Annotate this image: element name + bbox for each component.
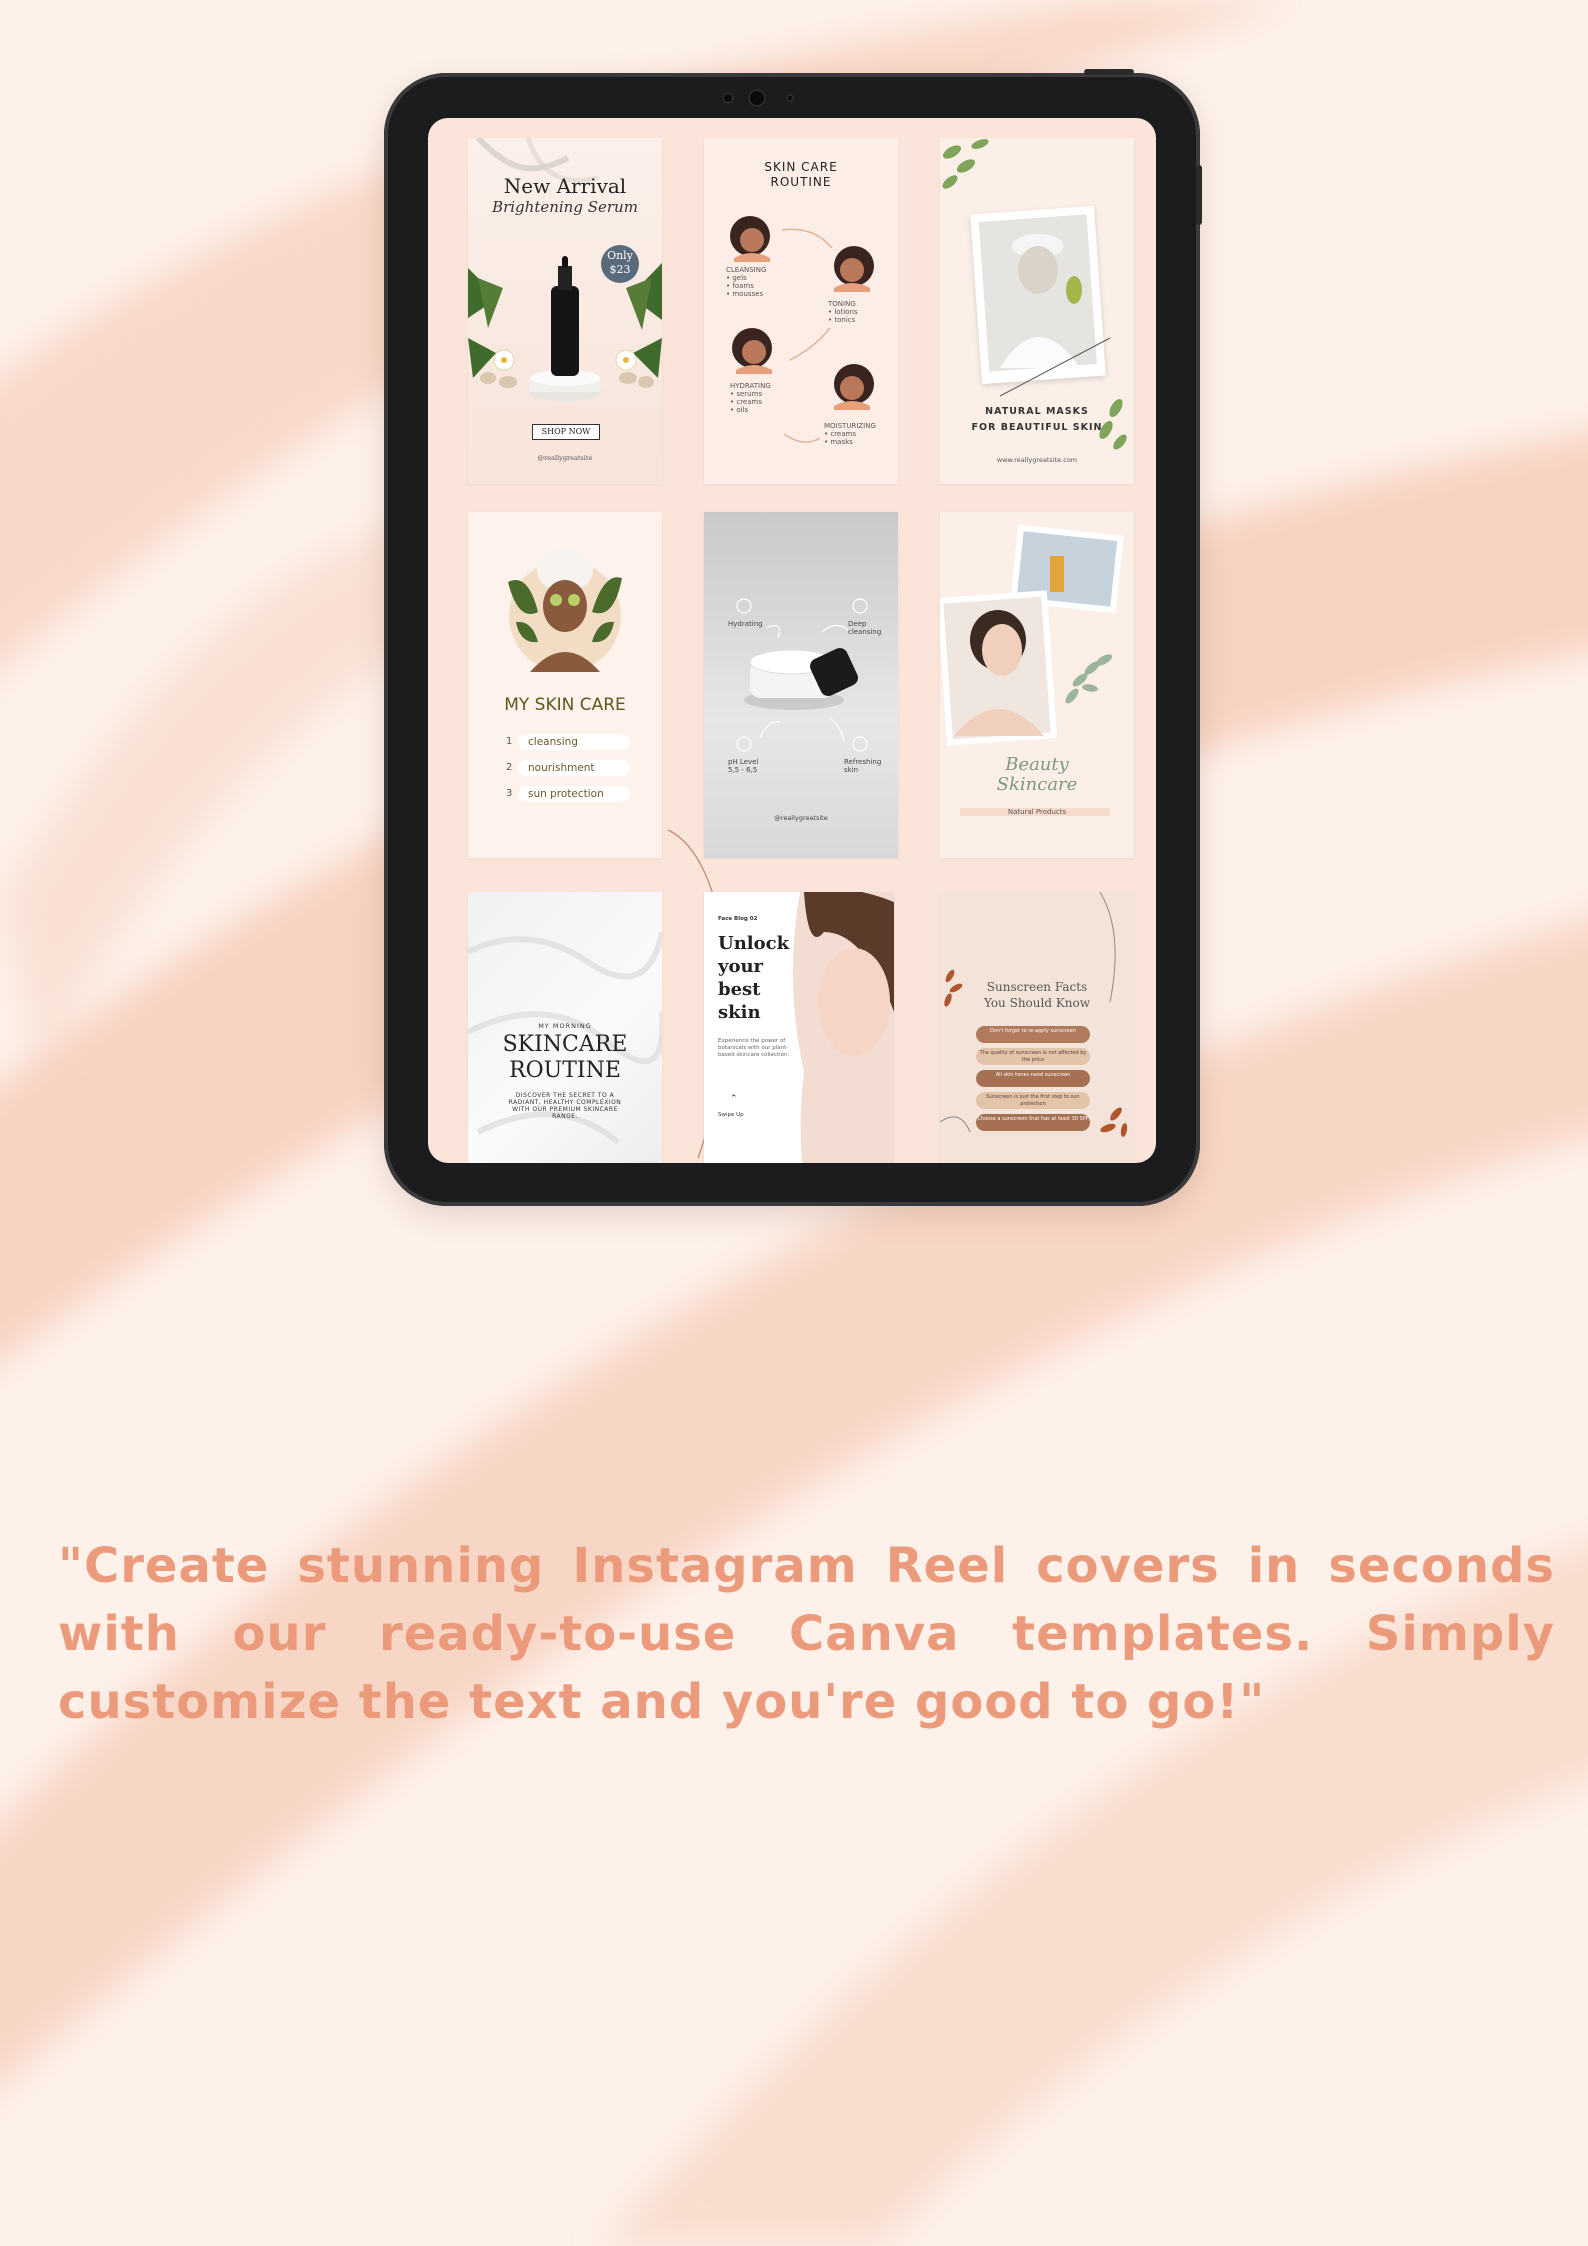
price-label-top: Only [607, 249, 633, 262]
card-title: SKINCARE [502, 1032, 628, 1057]
camera-lens-icon [748, 89, 766, 107]
template-card-cream-jar[interactable]: Hydrating Deep cleansing pH Level 5,5 - … [704, 512, 898, 858]
card-handle: @reallygreatsite [537, 454, 593, 462]
card-site: www.reallygreatsite.com [996, 456, 1078, 464]
card-title: Unlock your best skin [718, 932, 789, 1024]
card-title-line2: Skincare [996, 774, 1078, 795]
step-toning: TONING • lotions • tonics [828, 300, 858, 324]
promo-quote: "Create stunning Instagram Reel covers i… [58, 1538, 1555, 1730]
price-label: $23 [609, 263, 631, 276]
cream-jar-illustration [736, 598, 868, 752]
card-body: DISCOVER THE SECRET TO A RADIANT, HEALTH… [508, 1092, 622, 1120]
step-cleansing: CLEANSING • gels • foams • mousses [726, 266, 767, 298]
list-item: nourishment [518, 760, 630, 776]
chevron-up-icon[interactable]: ⌃ [730, 1094, 738, 1104]
title-line-1: Unlock [718, 933, 790, 954]
fact-item: Sunscreen is just the first step to sun … [976, 1092, 1090, 1109]
card-title-line2: You Should Know [983, 996, 1091, 1010]
template-card-skin-care-routine[interactable]: SKIN CARE ROUTINE CLEANSING • gels • foa… [704, 138, 898, 484]
card-title: New Arrival [503, 174, 627, 198]
swipe-up-label: Swipe Up [718, 1112, 744, 1118]
fact-item: Choose a sunscreen that has at least 30 … [976, 1114, 1090, 1131]
card-title: NATURAL MASKS [985, 406, 1089, 417]
list-item: sun protection [518, 786, 630, 802]
shop-now-button[interactable]: SHOP NOW [532, 424, 600, 440]
card-subtitle: Brightening Serum [492, 198, 638, 216]
fact-item: The quality of sunscreen is not affected… [976, 1048, 1090, 1065]
camera-sensor-icon [786, 94, 794, 102]
beauty-photos-illustration [940, 524, 1124, 816]
camera-icon [722, 92, 734, 104]
fact-item: Don't forget to re-apply sunscreen [976, 1026, 1090, 1043]
card-kicker: Face Blog 02 [718, 916, 758, 922]
card-handle: @reallygreatsite [774, 814, 828, 822]
tablet-top-button [1084, 69, 1134, 75]
tablet-screen: New Arrival Brightening Serum Only $23 S… [428, 118, 1156, 1163]
label-refreshing-skin: Refreshing skin [844, 758, 882, 774]
title-line-2: your [718, 956, 764, 977]
list-number: 2 [506, 762, 513, 773]
template-card-my-skin-care[interactable]: MY SKIN CARE 1 cleansing 2 nourishment 3… [468, 512, 662, 858]
template-card-morning-routine[interactable]: MY MORNING SKINCARE ROUTINE DISCOVER THE… [468, 892, 662, 1163]
fact-item: All skin tones need sunscreen [976, 1070, 1090, 1087]
step-moisturizing: MOISTURIZING • creams • masks [824, 422, 876, 446]
template-card-sunscreen-facts[interactable]: Sunscreen Facts You Should Know Don't fo… [940, 892, 1134, 1163]
card-body: Experience the power of botanicals with … [718, 1038, 790, 1058]
card-subtitle: Natural Products [1007, 808, 1067, 816]
woman-cucumber-illustration [508, 548, 622, 672]
card-title-line2: FOR BEAUTIFUL SKIN [971, 422, 1103, 433]
template-card-unlock-skin[interactable]: Face Blog 02 Unlock your best skin Exper… [704, 892, 894, 1163]
tablet-side-button [1196, 165, 1202, 225]
template-card-beauty-skincare[interactable]: Beauty Skincare Natural Products [940, 512, 1134, 858]
list-number: 1 [506, 736, 513, 747]
label-deep-cleansing: Deep cleansing [848, 620, 882, 636]
label-ph-level: pH Level 5,5 - 6,5 [728, 758, 759, 774]
card-title: MY SKIN CARE [504, 695, 626, 715]
list-item: cleansing [518, 734, 630, 750]
list-number: 3 [506, 788, 513, 799]
card-title-line2: ROUTINE [509, 1058, 621, 1083]
label-hydrating: Hydrating [728, 620, 763, 628]
template-card-natural-masks[interactable]: NATURAL MASKS FOR BEAUTIFUL SKIN www.rea… [940, 138, 1134, 484]
card-title: Beauty [1005, 754, 1069, 775]
card-kicker: MY MORNING [538, 1022, 592, 1030]
tablet-device: New Arrival Brightening Serum Only $23 S… [384, 69, 1202, 1206]
title-line-4: skin [718, 1002, 761, 1023]
card-title: Sunscreen Facts [986, 980, 1088, 994]
template-card-new-arrival[interactable]: New Arrival Brightening Serum Only $23 S… [468, 138, 662, 484]
step-hydrating: HYDRATING • serums • creams • oils [730, 382, 771, 414]
title-line-3: best [718, 979, 761, 1000]
